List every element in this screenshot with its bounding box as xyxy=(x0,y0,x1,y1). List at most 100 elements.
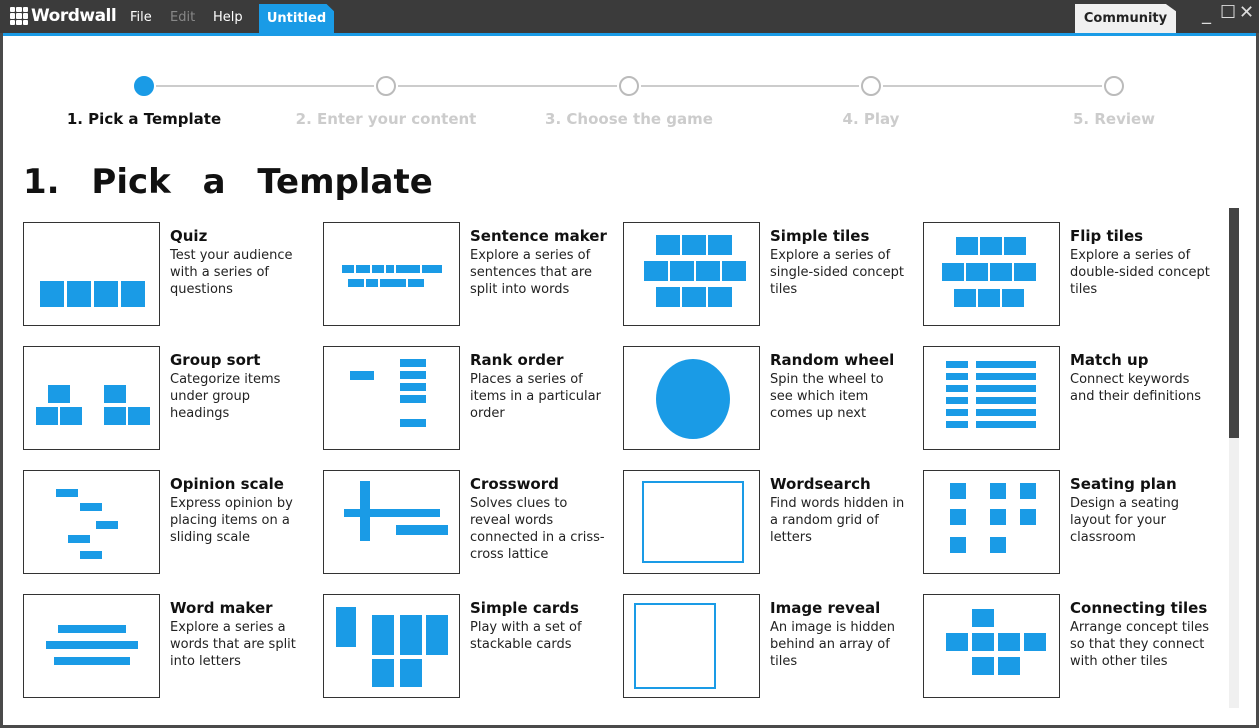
template-title: Seating plan xyxy=(1070,475,1177,493)
template-card-sentence-maker[interactable]: Sentence maker Explore a series of senten… xyxy=(323,222,613,328)
template-card-word-maker[interactable]: Word maker Explore a series a words that … xyxy=(23,594,313,700)
thumbnail-tile xyxy=(396,265,420,273)
template-card-simple-cards[interactable]: Simple cards Play with a set of stackable… xyxy=(323,594,613,700)
thumbnail-tile xyxy=(356,265,370,273)
thumbnail-tile xyxy=(990,537,1006,553)
thumbnail-tile xyxy=(400,383,426,391)
thumbnail-tile xyxy=(68,535,90,543)
thumbnail-tile xyxy=(40,281,64,307)
thumbnail-tile xyxy=(950,509,966,525)
scrollbar[interactable] xyxy=(1229,208,1239,708)
close-icon[interactable]: ✕ xyxy=(1239,2,1254,23)
template-card-connecting-tiles[interactable]: Connecting tiles Arrange concept tiles so… xyxy=(923,594,1213,700)
thumbnail-tile xyxy=(966,263,988,281)
template-description: Design a seating layout for your classro… xyxy=(1070,496,1180,545)
thumbnail-tile xyxy=(400,659,422,687)
minimize-icon[interactable]: _ xyxy=(1202,4,1211,25)
template-description: Places a series of items in a particular… xyxy=(470,372,601,421)
thumbnail-tile xyxy=(396,525,448,535)
thumbnail-tile xyxy=(946,421,968,428)
app-logo: Wordwall xyxy=(10,6,117,26)
thumbnail-tile xyxy=(946,633,968,651)
template-card-opinion-scale[interactable]: Opinion scale Express opinion by placing … xyxy=(23,470,313,576)
thumbnail-tile xyxy=(978,289,1000,307)
thumbnail-tile xyxy=(670,261,694,281)
template-description: Explore a series of double-sided concept… xyxy=(1070,248,1210,297)
thumbnail-tile xyxy=(372,659,394,687)
template-card-seating-plan[interactable]: Seating plan Design a seating layout for … xyxy=(923,470,1213,576)
thumbnail-tile xyxy=(656,359,730,439)
template-title: Group sort xyxy=(170,351,261,369)
thumbnail-tile xyxy=(708,235,732,255)
thumbnail-tile xyxy=(372,265,384,273)
template-card-rank-order[interactable]: Rank order Places a series of items in a … xyxy=(323,346,613,452)
template-description: Play with a set of stackable cards xyxy=(470,620,582,652)
step-1-dot[interactable] xyxy=(134,76,154,96)
thumbnail-tile xyxy=(348,279,364,287)
step-1-label[interactable]: 1. Pick a Template xyxy=(44,110,244,128)
thumbnail-tile xyxy=(400,371,426,379)
thumbnail-tile xyxy=(976,421,1036,428)
thumbnail-tile xyxy=(1014,263,1036,281)
thumbnail-tile xyxy=(946,409,968,416)
template-card-group-sort[interactable]: Group sort Categorize items under group h… xyxy=(23,346,313,452)
thumbnail-tile xyxy=(422,265,442,273)
image-reveal-thumbnail xyxy=(623,594,760,698)
template-title: Random wheel xyxy=(770,351,895,369)
thumbnail-tile xyxy=(94,281,118,307)
thumbnail-tile xyxy=(400,419,426,427)
thumbnail-tile xyxy=(426,615,448,655)
thumbnail-tile xyxy=(696,261,720,281)
step-5-label[interactable]: 5. Review xyxy=(1014,110,1214,128)
maximize-icon[interactable]: ☐ xyxy=(1220,2,1236,23)
main-content: 1. Pick a Template 2. Enter your content 3… xyxy=(3,33,1256,725)
wordsearch-thumbnail xyxy=(623,470,760,574)
opinion-scale-thumbnail xyxy=(23,470,160,574)
menu-help[interactable]: Help xyxy=(213,10,243,25)
step-5-dot[interactable] xyxy=(1104,76,1124,96)
menu-file[interactable]: File xyxy=(130,10,152,25)
thumbnail-tile xyxy=(656,287,680,307)
step-3-label[interactable]: 3. Choose the game xyxy=(529,110,729,128)
thumbnail-tile xyxy=(350,371,374,380)
template-description: Test your audience with a series of ques… xyxy=(170,248,293,297)
template-title: Word maker xyxy=(170,599,273,617)
scrollbar-thumb[interactable] xyxy=(1229,208,1239,438)
template-card-flip-tiles[interactable]: Flip tiles Explore a series of double-sid… xyxy=(923,222,1213,328)
thumbnail-tile xyxy=(342,265,354,273)
thumbnail-tile xyxy=(96,521,118,529)
template-card-match-up[interactable]: Match up Connect keywords and their defin… xyxy=(923,346,1213,452)
thumbnail-tile xyxy=(400,395,426,403)
thumbnail-tile xyxy=(998,633,1020,651)
step-2-label[interactable]: 2. Enter your content xyxy=(286,110,486,128)
thumbnail-tile xyxy=(990,483,1006,499)
template-card-random-wheel[interactable]: Random wheel Spin the wheel to see which … xyxy=(623,346,913,452)
step-3-dot[interactable] xyxy=(619,76,639,96)
template-title: Connecting tiles xyxy=(1070,599,1208,617)
template-card-crossword[interactable]: Crossword Solves clues to reveal words co… xyxy=(323,470,613,576)
template-card-quiz[interactable]: Quiz Test your audience with a series of … xyxy=(23,222,313,328)
thumbnail-tile xyxy=(56,489,78,497)
thumbnail-tile xyxy=(976,373,1036,380)
thumbnail-tile xyxy=(80,551,102,559)
template-description: Explore a series of single-sided concept… xyxy=(770,248,905,297)
quiz-thumbnail xyxy=(23,222,160,326)
template-title: Simple tiles xyxy=(770,227,870,245)
thumbnail-tile xyxy=(408,279,424,287)
template-card-image-reveal[interactable]: Image reveal An image is hidden behind an… xyxy=(623,594,913,700)
step-4-label[interactable]: 4. Play xyxy=(771,110,971,128)
tab-untitled[interactable]: Untitled xyxy=(259,4,334,33)
step-connector xyxy=(641,85,859,87)
thumbnail-tile xyxy=(722,261,746,281)
step-2-dot[interactable] xyxy=(376,76,396,96)
template-card-wordsearch[interactable]: Wordsearch Find words hidden in a random … xyxy=(623,470,913,576)
menu-edit[interactable]: Edit xyxy=(170,10,195,25)
thumbnail-tile xyxy=(60,407,82,425)
template-title: Flip tiles xyxy=(1070,227,1144,245)
thumbnail-tile xyxy=(954,289,976,307)
tab-community[interactable]: Community xyxy=(1075,4,1176,33)
template-description: Spin the wheel to see which item comes u… xyxy=(770,372,884,421)
step-4-dot[interactable] xyxy=(861,76,881,96)
template-card-simple-tiles[interactable]: Simple tiles Explore a series of single-s… xyxy=(623,222,913,328)
thumbnail-tile xyxy=(46,641,138,649)
